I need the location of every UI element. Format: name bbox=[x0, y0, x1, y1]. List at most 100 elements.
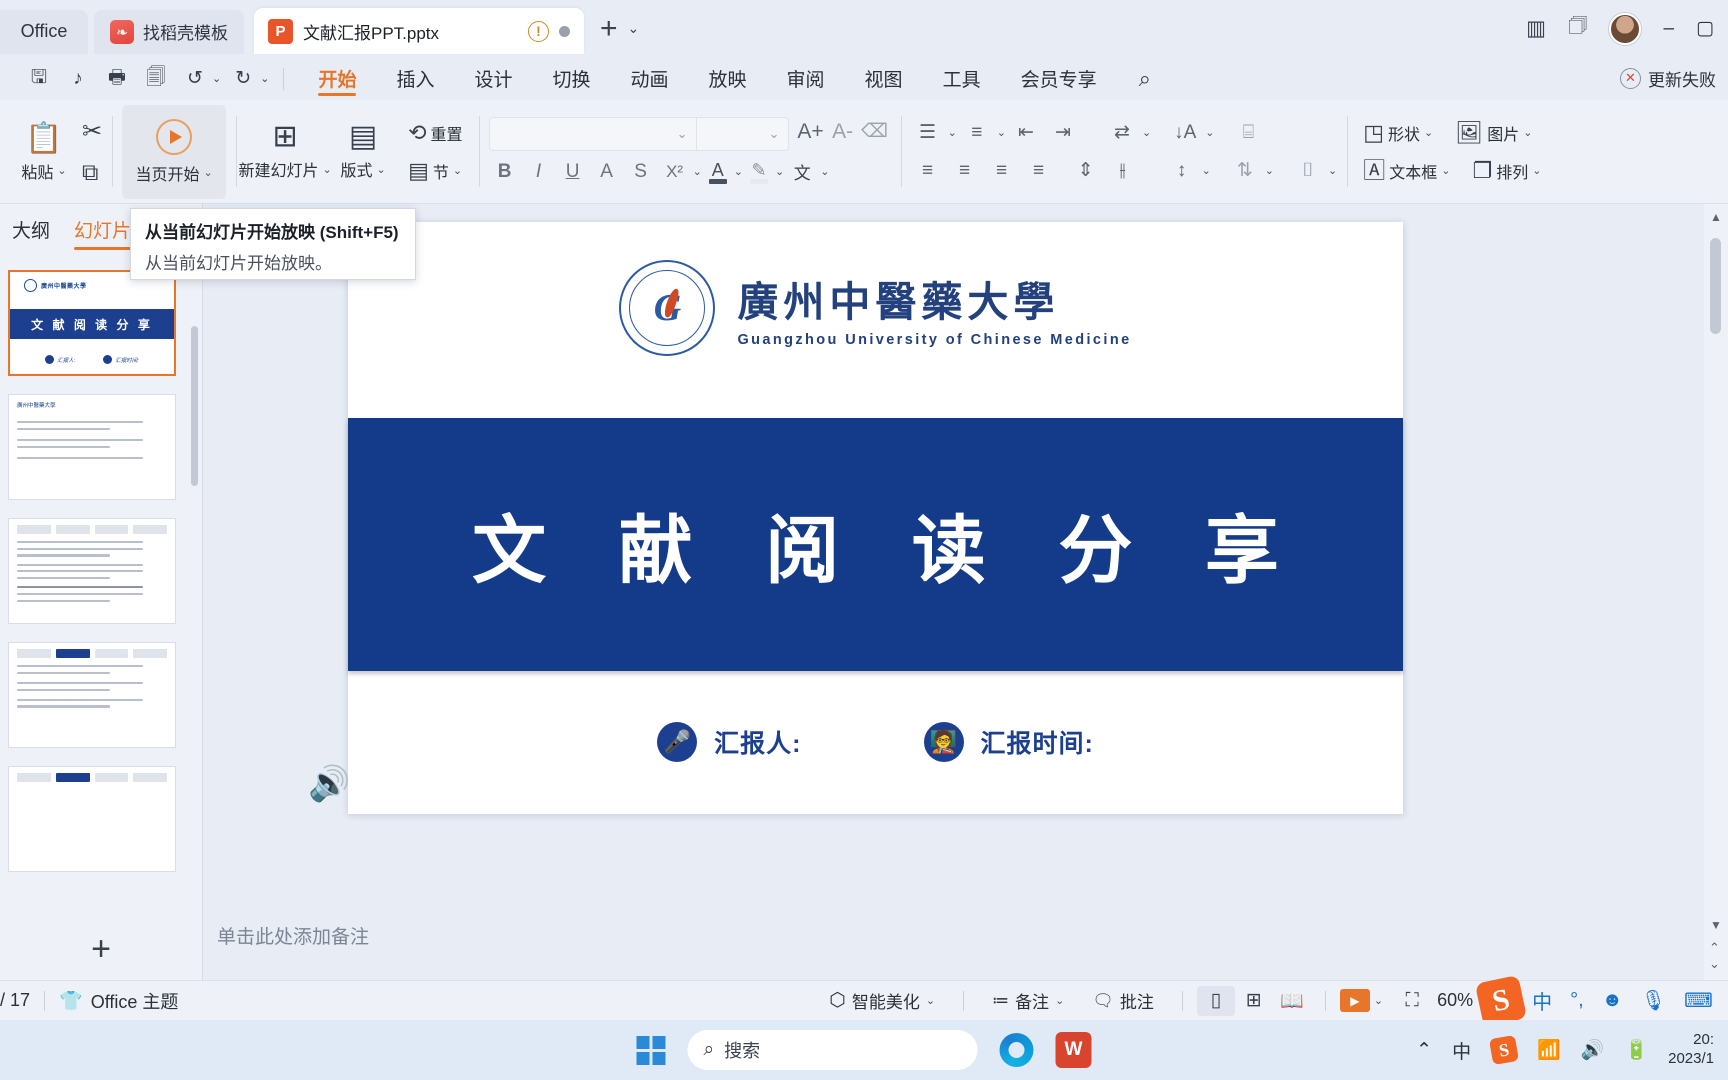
bullet-list-icon[interactable]: ☰ bbox=[911, 118, 945, 148]
align-text-icon[interactable]: ⇅ bbox=[1228, 156, 1262, 186]
paste-button[interactable]: 📋 粘贴 ⌄ bbox=[10, 121, 78, 183]
pinyin-button[interactable]: 文 bbox=[786, 157, 818, 187]
tab-tools[interactable]: 工具 bbox=[923, 58, 1001, 100]
print-icon[interactable]: 🖶 bbox=[100, 64, 134, 94]
align-right-icon[interactable]: ≡ bbox=[985, 156, 1019, 186]
slide-thumbnail-3[interactable] bbox=[8, 518, 176, 624]
page-indicator[interactable]: / 17 bbox=[0, 990, 30, 1011]
thumbnail-scrollbar[interactable] bbox=[191, 326, 198, 486]
play-slideshow-icon[interactable]: ▶ bbox=[1339, 989, 1370, 1012]
maximize-button[interactable]: ▢ bbox=[1696, 17, 1714, 40]
text-shadow-button[interactable]: A bbox=[591, 157, 623, 187]
notes-button[interactable]: ≔ 备注 ⌄ bbox=[978, 988, 1078, 1013]
tab-design[interactable]: 设计 bbox=[454, 58, 532, 100]
tab-view[interactable]: 视图 bbox=[845, 58, 923, 100]
numbered-list-icon[interactable]: ≡ bbox=[960, 118, 994, 148]
tab-start[interactable]: 开始 bbox=[298, 58, 376, 100]
superscript-button[interactable]: X² bbox=[659, 157, 691, 187]
sogou-tray-icon[interactable]: S bbox=[1489, 1034, 1520, 1066]
chevron-down-icon[interactable]: ⌄ bbox=[734, 165, 743, 178]
slide-thumbnail-1[interactable]: 廣州中醫藥大學 文 献 阅 读 分 享 汇报人: 汇报时间: bbox=[8, 270, 176, 376]
align-left-icon[interactable]: ≡ bbox=[911, 156, 945, 186]
chevron-down-icon[interactable]: ⌄ bbox=[677, 126, 688, 142]
underline-button[interactable]: U bbox=[557, 157, 589, 187]
user-avatar[interactable] bbox=[1609, 12, 1642, 45]
comment-button[interactable]: 🗨 批注 bbox=[1078, 988, 1168, 1013]
slide-thumbnail-5[interactable] bbox=[8, 766, 176, 872]
print-preview-icon[interactable]: 🗐 bbox=[139, 64, 173, 94]
beautify-button[interactable]: ⬡ 智能美化 ⌄ bbox=[815, 988, 949, 1013]
clock[interactable]: 20: 2023/1 bbox=[1668, 1031, 1714, 1069]
arrange-button[interactable]: ❐ 排列 ⌄ bbox=[1466, 155, 1547, 187]
strikethrough-button[interactable]: S bbox=[625, 157, 657, 187]
tab-template-store[interactable]: ❧ 找稻壳模板 bbox=[94, 9, 244, 54]
chevron-down-icon[interactable]: ⌄ bbox=[1055, 994, 1064, 1007]
wifi-icon[interactable]: 📶 bbox=[1537, 1038, 1561, 1062]
chevron-down-icon[interactable]: ⌄ bbox=[1265, 164, 1274, 177]
keyboard-icon[interactable]: ⌨ bbox=[1675, 988, 1722, 1013]
voice-icon[interactable]: 🎙 bbox=[1632, 988, 1675, 1013]
chevron-down-icon[interactable]: ⌄ bbox=[57, 164, 66, 177]
line-spacing-icon[interactable]: ↕ bbox=[1165, 156, 1199, 186]
undo-icon[interactable]: ↺ bbox=[178, 64, 212, 94]
chevron-down-icon[interactable]: ⌄ bbox=[1532, 164, 1541, 177]
tab-review[interactable]: 审阅 bbox=[767, 58, 845, 100]
update-status[interactable]: ✕ 更新失败 bbox=[1620, 66, 1716, 91]
convert-smartart-icon[interactable]: ⌷ bbox=[1291, 156, 1325, 186]
sidebar-toggle-icon[interactable]: ▥ bbox=[1526, 16, 1546, 41]
decrease-indent-icon[interactable]: ⇤ bbox=[1009, 118, 1043, 148]
sort-icon[interactable]: ↓A bbox=[1168, 118, 1202, 148]
align-center-icon[interactable]: ≡ bbox=[948, 156, 982, 186]
slide-thumbnail-panel[interactable]: 廣州中醫藥大學 文 献 阅 读 分 享 汇报人: 汇报时间: 廣州中醫藥大學 bbox=[0, 262, 202, 918]
office-button[interactable]: Office bbox=[0, 9, 88, 54]
warning-icon[interactable]: ! bbox=[528, 20, 549, 42]
box-icon[interactable]: 🗇 bbox=[1568, 11, 1587, 46]
grow-font-icon[interactable]: A+ bbox=[795, 117, 827, 147]
save-icon[interactable]: 🖫 bbox=[22, 64, 56, 94]
normal-view-icon[interactable]: ▯ bbox=[1196, 985, 1235, 1016]
minimize-button[interactable]: – bbox=[1663, 18, 1674, 40]
smartart-icon[interactable]: ⌸ bbox=[1231, 118, 1265, 148]
tab-member[interactable]: 会员专享 bbox=[1001, 58, 1117, 100]
quick-access-more-icon[interactable]: ⌄ bbox=[260, 72, 269, 85]
date-block[interactable]: 🧑‍🏫 汇报时间: bbox=[923, 722, 1094, 762]
chevron-down-icon[interactable]: ⌄ bbox=[1205, 126, 1214, 139]
columns-icon[interactable]: ⫲ bbox=[1106, 156, 1140, 186]
chinese-mode-icon[interactable]: 中 bbox=[1523, 986, 1561, 1015]
chevron-down-icon[interactable]: ⌄ bbox=[1424, 126, 1433, 139]
highlight-button[interactable]: ✎ bbox=[745, 160, 773, 184]
volume-icon[interactable]: 🔊 bbox=[1581, 1038, 1605, 1062]
shrink-font-icon[interactable]: A- bbox=[827, 117, 859, 147]
slide-title-banner[interactable]: 文 献 阅 读 分 享 bbox=[348, 418, 1403, 671]
start-from-current-slide-button[interactable]: 当页开始 ⌄ bbox=[122, 104, 227, 199]
chevron-down-icon[interactable]: ⌄ bbox=[1328, 164, 1337, 177]
chevron-down-icon[interactable]: ⌄ bbox=[1202, 164, 1211, 177]
scroll-up-icon[interactable]: ▲ bbox=[1704, 210, 1728, 234]
textbox-button[interactable]: 🄰 文本框 ⌄ bbox=[1357, 155, 1456, 187]
distribute-icon[interactable]: ⇕ bbox=[1069, 156, 1103, 186]
slide-thumbnail-4[interactable] bbox=[8, 642, 176, 748]
clear-format-icon[interactable]: ⌫ bbox=[859, 117, 891, 147]
next-slide-icon[interactable]: ⌃ ⌄ bbox=[1709, 940, 1720, 972]
section-button[interactable]: ▤ 节 ⌄ bbox=[402, 155, 468, 187]
new-tab-button[interactable]: + bbox=[600, 13, 618, 44]
windows-start-icon[interactable] bbox=[636, 1035, 666, 1065]
chevron-down-icon[interactable]: ⌄ bbox=[377, 163, 386, 176]
presenter-block[interactable]: 🎤 汇报人: bbox=[657, 722, 801, 762]
tab-document[interactable]: P 文献汇报PPT.pptx ! bbox=[254, 8, 584, 54]
speaker-icon[interactable]: 🔊 bbox=[308, 764, 350, 804]
current-slide[interactable]: G 廣州中醫藥大學 Guangzhou University of Chines… bbox=[348, 222, 1403, 814]
chevron-down-icon[interactable]: ⌄ bbox=[1142, 126, 1151, 139]
chevron-down-icon[interactable]: ⌄ bbox=[769, 126, 780, 142]
new-slide-button[interactable]: ⊞ 新建幻灯片 ⌄ bbox=[239, 106, 332, 198]
tray-ime-icon[interactable]: 中 bbox=[1452, 1037, 1471, 1064]
chevron-down-icon[interactable]: ⌄ bbox=[453, 164, 462, 177]
notes-pane[interactable]: 单击此处添加备注 bbox=[203, 914, 1704, 972]
chevron-down-icon[interactable]: ⌄ bbox=[820, 165, 829, 178]
chevron-down-icon[interactable]: ⌄ bbox=[1441, 164, 1450, 177]
chevron-down-icon[interactable]: ⌄ bbox=[693, 165, 702, 178]
font-name-input[interactable]: ⌄ bbox=[488, 116, 697, 151]
tray-expand-icon[interactable]: ⌃ bbox=[1416, 1039, 1432, 1062]
slide-thumbnail-2[interactable]: 廣州中醫藥大學 bbox=[8, 394, 176, 500]
italic-button[interactable]: I bbox=[523, 157, 555, 187]
